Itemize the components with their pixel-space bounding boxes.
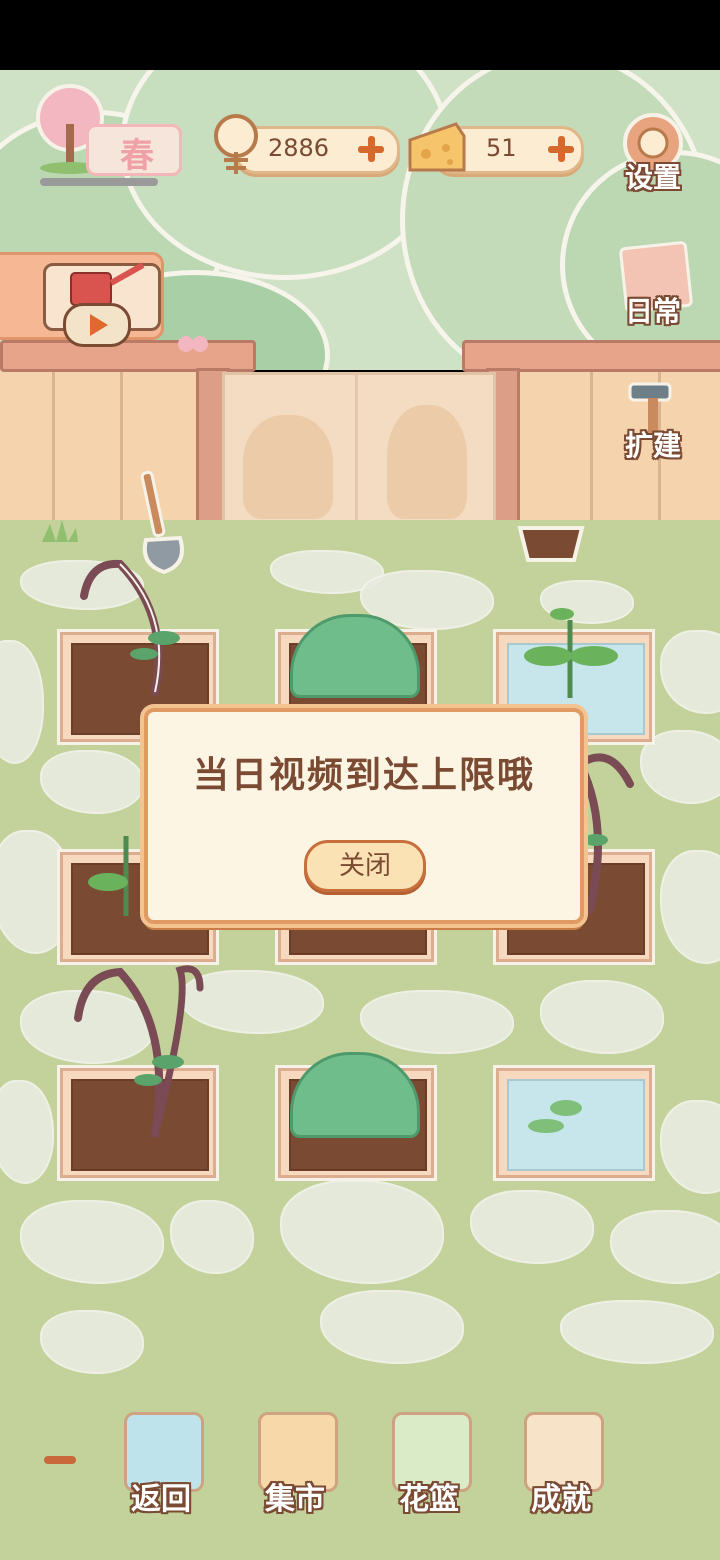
nav-back-button[interactable]: 返回 xyxy=(118,1412,204,1517)
vine-plant xyxy=(60,556,210,696)
nav-market-button[interactable]: 集市 xyxy=(252,1412,338,1517)
nav-basket-button[interactable]: 花篮 xyxy=(386,1412,472,1517)
grass-tuft xyxy=(40,518,80,542)
add-cheese-plus-icon[interactable] xyxy=(546,134,576,164)
daily-button[interactable]: 日常 xyxy=(616,240,694,330)
nav-market-label: 集市 xyxy=(265,1482,325,1517)
dialog-message: 当日视频到达上限哦 xyxy=(192,755,535,796)
pot-icon xyxy=(516,520,586,566)
season-badge[interactable]: 春 xyxy=(30,84,182,188)
add-fish-plus-icon[interactable] xyxy=(356,134,386,164)
nav-back-label: 返回 xyxy=(131,1482,191,1517)
fish-count: 2886 xyxy=(268,134,330,162)
settings-button[interactable]: 设置 xyxy=(616,110,690,196)
nav-basket-label: 花篮 xyxy=(399,1482,459,1517)
settings-label: 设置 xyxy=(624,161,681,194)
cheese-count: 51 xyxy=(486,134,517,162)
gate-door-right xyxy=(357,375,487,521)
daily-label: 日常 xyxy=(624,295,681,328)
fishbone-icon xyxy=(206,112,266,182)
limit-reached-dialog: 当日视频到达上限哦 关闭 xyxy=(144,708,584,924)
sprout-plant xyxy=(520,600,620,700)
cat-silhouette xyxy=(387,405,467,519)
season-label: 春 xyxy=(120,136,154,176)
status-bar xyxy=(0,0,720,70)
play-icon xyxy=(63,303,131,347)
vine-plant xyxy=(60,958,210,1138)
watering-can-video-button[interactable] xyxy=(0,252,164,347)
nav-achievement-button[interactable]: 成就 xyxy=(518,1412,604,1517)
gate-door-left xyxy=(225,375,358,521)
lily-pads xyxy=(520,1096,620,1136)
garden-gate[interactable] xyxy=(222,372,496,528)
blossom-decoration xyxy=(176,334,216,354)
cheese-icon xyxy=(406,118,468,176)
mouse-silhouette xyxy=(243,415,333,519)
close-button[interactable]: 关闭 xyxy=(304,840,426,892)
expand-button[interactable]: 扩建 xyxy=(616,378,690,464)
season-progress-bar xyxy=(40,178,158,186)
expand-label: 扩建 xyxy=(624,429,681,462)
bottom-nav-indicator xyxy=(44,1456,76,1464)
nav-achievement-label: 成就 xyxy=(531,1482,591,1517)
watering-can-icon xyxy=(59,259,149,309)
